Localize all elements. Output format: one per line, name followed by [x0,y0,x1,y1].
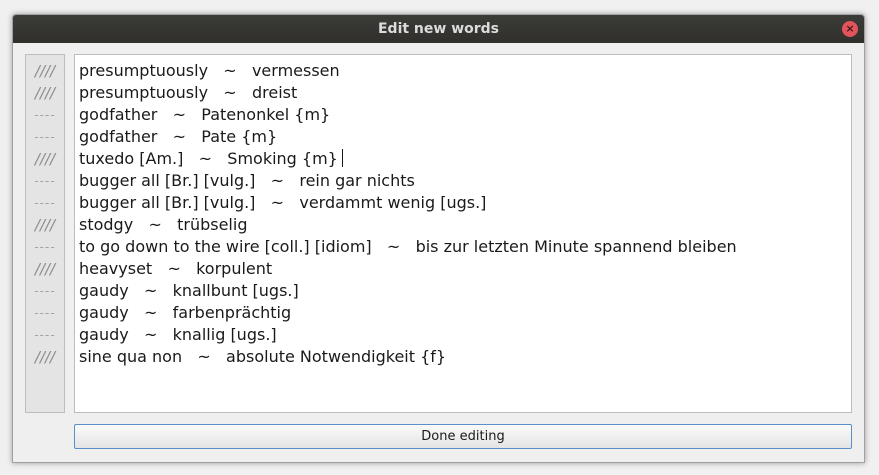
word-line[interactable]: to go down to the wire [coll.] [idiom] ~… [75,236,851,258]
line-marker: ---- [34,306,56,320]
done-editing-button[interactable]: Done editing [74,424,852,449]
word-list-editor[interactable]: presumptuously ~ vermessen presumptuousl… [74,54,852,413]
edit-words-dialog: Edit new words × //// //// ---- ---- ///… [12,14,865,463]
word-line[interactable]: presumptuously ~ dreist [75,82,851,104]
line-marker: //// [34,216,56,234]
word-line[interactable]: godfather ~ Pate {m} [75,126,851,148]
word-line[interactable]: gaudy ~ farbenprächtig [75,302,851,324]
word-line[interactable]: bugger all [Br.] [vulg.] ~ verdammt weni… [75,192,851,214]
word-line[interactable]: stodgy ~ trübselig [75,214,851,236]
window-title: Edit new words [377,21,500,37]
line-marker: ---- [34,284,56,298]
word-line[interactable]: gaudy ~ knallbunt [ugs.] [75,280,851,302]
line-marker: //// [34,62,56,80]
word-line[interactable]: sine qua non ~ absolute Notwendigkeit {f… [75,346,851,368]
line-marker: ---- [34,108,56,122]
line-marker: ---- [34,240,56,254]
line-marker: //// [34,260,56,278]
line-marker: //// [34,348,56,366]
line-marker: //// [34,150,56,168]
word-line[interactable]: bugger all [Br.] [vulg.] ~ rein gar nich… [75,170,851,192]
title-bar: Edit new words × [13,15,864,43]
line-marker: ---- [34,130,56,144]
word-line[interactable]: presumptuously ~ vermessen [75,60,851,82]
line-marker: ---- [34,174,56,188]
word-line[interactable]: tuxedo [Am.] ~ Smoking {m} [75,148,851,170]
word-line[interactable]: gaudy ~ knallig [ugs.] [75,324,851,346]
word-line[interactable]: heavyset ~ korpulent [75,258,851,280]
line-marker: ---- [34,328,56,342]
close-icon: × [845,22,855,35]
line-marker-gutter: //// //// ---- ---- //// ---- ---- //// … [25,54,65,413]
close-button[interactable]: × [842,21,858,37]
text-caret [341,149,343,167]
line-marker: ---- [34,196,56,210]
line-marker: //// [34,84,56,102]
word-line[interactable]: godfather ~ Patenonkel {m} [75,104,851,126]
